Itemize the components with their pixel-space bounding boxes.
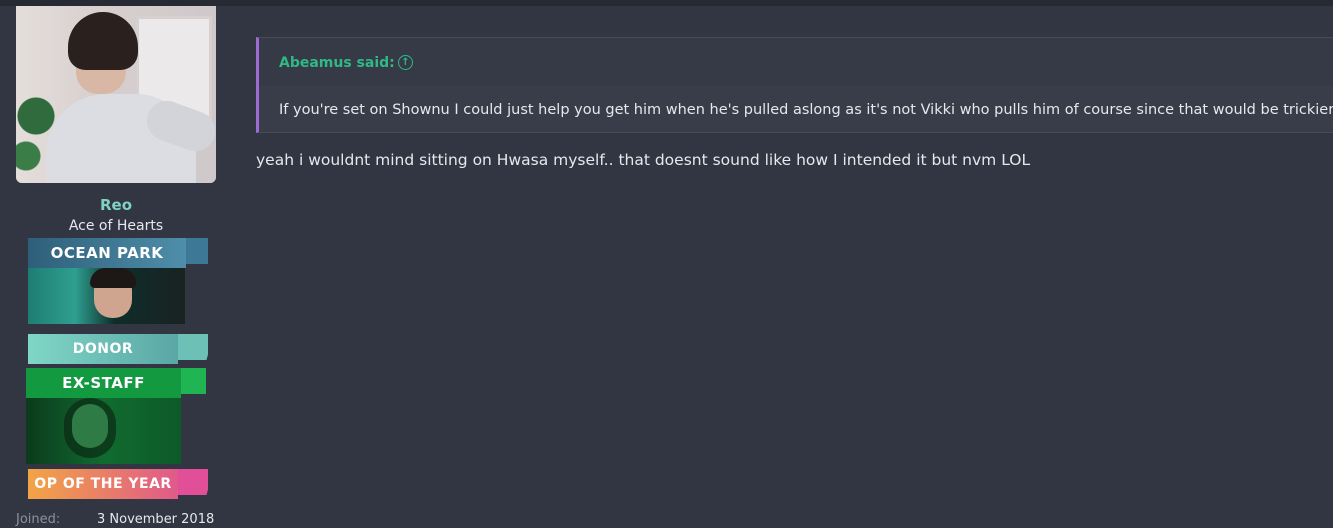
banner-photo <box>28 268 185 324</box>
quote-header: Abeamus said: ↑ <box>259 38 1333 86</box>
banner-label: OCEAN PARK <box>28 238 186 268</box>
joined-label: Joined: <box>16 512 61 527</box>
banner-label: OP OF THE YEAR <box>28 469 178 499</box>
user-avatar[interactable] <box>16 6 216 183</box>
user-title: Ace of Hearts <box>68 218 164 234</box>
user-info-column: Reo Ace of Hearts OCEAN PARK DONOR EX-ST… <box>0 6 232 528</box>
banner-label: DONOR <box>28 334 178 364</box>
arrow-up-circle-icon[interactable]: ↑ <box>398 55 413 70</box>
banner-photo-face <box>72 404 108 448</box>
banner-donor: DONOR <box>28 334 208 366</box>
banner-op-of-the-year: OP OF THE YEAR <box>28 469 208 501</box>
banner-ocean-park: OCEAN PARK <box>28 238 208 324</box>
joined-date: 3 November 2018 <box>97 512 215 527</box>
username-link[interactable]: Reo <box>16 196 216 214</box>
banner-photo <box>26 398 181 464</box>
quote-block: Abeamus said: ↑ If you're set on Shownu … <box>256 37 1333 133</box>
banner-photo-hair <box>90 268 136 288</box>
message-text: yeah i wouldnt mind sitting on Hwasa mys… <box>256 151 1031 169</box>
banner-label: EX-STAFF <box>26 368 181 398</box>
banner-ex-staff: EX-STAFF <box>26 368 206 464</box>
quote-author-link[interactable]: Abeamus said: <box>279 55 395 71</box>
quote-text: If you're set on Shownu I could just hel… <box>279 102 1333 118</box>
